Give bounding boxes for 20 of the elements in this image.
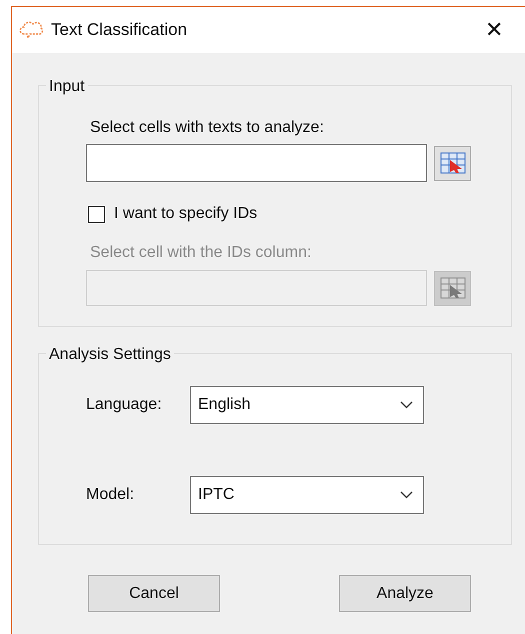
chevron-down-icon — [400, 491, 413, 499]
field-label: Select cells with texts to analyze: — [89, 118, 325, 138]
table-arrow-icon — [440, 152, 466, 174]
checkbox[interactable] — [88, 206, 105, 222]
dialog-button[interactable]: Analyze — [339, 575, 471, 612]
window-title: Text Classification — [51, 19, 188, 42]
range-picker-button[interactable] — [434, 146, 471, 180]
checkbox-label: I want to specify IDs — [114, 204, 258, 224]
field-label: Model: — [85, 485, 136, 505]
range-picker-button[interactable] — [434, 270, 471, 306]
chevron-down-icon — [400, 401, 413, 409]
dropdown[interactable]: IPTC — [190, 476, 424, 514]
close-button[interactable]: ✕ — [485, 19, 503, 41]
input-field[interactable] — [86, 144, 427, 182]
field-label: Select cell with the IDs column: — [89, 243, 312, 263]
dialog-button[interactable]: Cancel — [88, 575, 220, 612]
cloud-icon — [18, 19, 44, 41]
dropdown[interactable]: English — [190, 386, 424, 424]
table-arrow-icon — [440, 277, 466, 299]
field-label: Language: — [85, 395, 163, 415]
